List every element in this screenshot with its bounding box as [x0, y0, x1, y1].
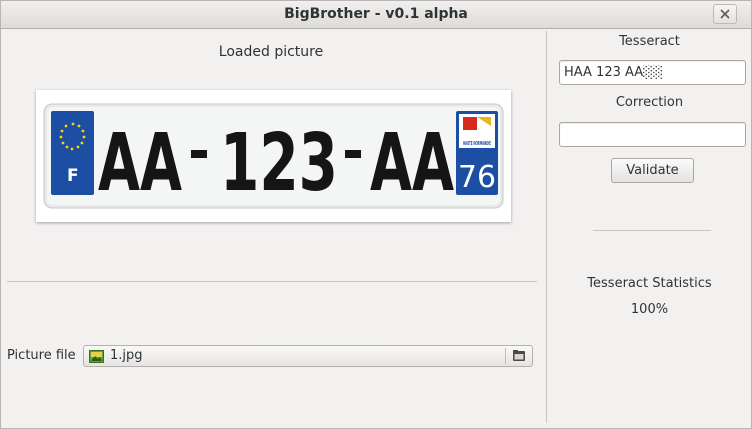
correction-field[interactable] [559, 122, 746, 147]
pane-separator [546, 31, 547, 423]
close-icon [720, 9, 730, 19]
department-number: 76 [458, 160, 496, 195]
validate-button[interactable]: Validate [611, 158, 694, 183]
picture-file-chooser[interactable]: 1.jpg [83, 345, 533, 367]
left-separator [7, 281, 537, 282]
title-bar[interactable]: BigBrother - v0.1 alpha [1, 1, 751, 29]
window-title: BigBrother - v0.1 alpha [284, 6, 468, 22]
plate-country: F [67, 166, 79, 186]
region-logo-text: HAUTE NORMANDIE [463, 141, 491, 147]
correction-label: Correction [615, 95, 684, 110]
picture-file-label: Picture file [7, 348, 76, 363]
loaded-picture: F AA 123 AA HAUTE NORMANDIE 76 [36, 90, 511, 222]
chooser-divider [505, 348, 506, 364]
license-plate-image: F AA 123 AA HAUTE NORMANDIE 76 [36, 90, 511, 222]
image-file-icon [89, 350, 104, 363]
open-folder-icon[interactable] [512, 349, 526, 363]
tesseract-label: Tesseract [619, 34, 680, 49]
right-separator [593, 230, 711, 231]
tesseract-statistics-label: Tesseract Statistics [587, 276, 712, 291]
plate-text-part2: 123 [220, 117, 338, 209]
loaded-picture-label: Loaded picture [218, 44, 324, 60]
plate-text-part3: AA [370, 117, 454, 209]
left-pane: Loaded picture F AA 123 AA HAUTE NORMAND… [1, 29, 546, 428]
plate-dash-2 [345, 150, 361, 158]
right-pane: Tesseract Correction Validate Tesseract … [548, 29, 751, 428]
tesseract-result-field[interactable] [559, 60, 746, 85]
main-window: BigBrother - v0.1 alpha Loaded picture F… [0, 0, 752, 429]
close-button[interactable] [713, 4, 737, 24]
picture-file-name: 1.jpg [110, 348, 143, 363]
plate-dash-1 [191, 150, 207, 158]
tesseract-statistics-value: 100% [630, 302, 669, 317]
plate-text-part1: AA [98, 117, 182, 209]
close-area [699, 1, 751, 27]
